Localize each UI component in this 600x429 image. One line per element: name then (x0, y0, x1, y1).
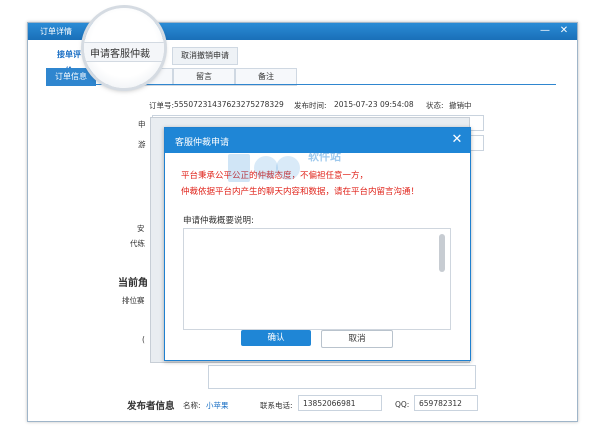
tab-cancel-revoke[interactable]: 取消撤销申请 (172, 47, 238, 65)
publisher-name-value[interactable]: 小苹果 (206, 400, 229, 411)
watermark-text: 软件站 (308, 150, 341, 163)
order-id-label: 订单号: (149, 101, 175, 110)
publisher-phone-value: 13852066981 (303, 399, 356, 408)
magnified-tab-label: 申请客服仲裁 (90, 49, 150, 60)
field-label: 游 (138, 140, 146, 149)
close-icon[interactable]: ✕ (557, 25, 571, 37)
textarea-scrollbar[interactable] (439, 234, 445, 272)
publisher-section-heading: 发布者信息 (127, 401, 175, 412)
magnified-tab[interactable]: 申请客服仲裁 (84, 42, 164, 62)
publisher-qq-field: 659782312 (414, 395, 478, 411)
watermark-logo: 软件站 (224, 150, 344, 193)
minimize-button[interactable]: — (538, 25, 552, 37)
publisher-phone-field: 13852066981 (298, 395, 382, 411)
form-field-box (208, 365, 476, 389)
description-textarea[interactable] (183, 228, 451, 330)
tab-accept-review[interactable]: 接单评价 (54, 47, 84, 75)
field-label: 安 (137, 224, 145, 233)
field-label: 申 (138, 120, 146, 129)
dialog-title: 客服仲裁申请 (175, 138, 230, 148)
dialog-close-icon[interactable]: ✕ (450, 133, 464, 147)
order-id-value: 55507231437623275278329 (174, 100, 284, 109)
cancel-button[interactable]: 取消 (321, 330, 393, 348)
publisher-qq-value: 659782312 (419, 399, 462, 408)
field-label: 代练 (130, 239, 145, 248)
field-label: 排位赛 (122, 296, 145, 305)
publisher-qq-label: QQ: (395, 400, 410, 409)
publisher-name-label: 名称: (183, 401, 201, 410)
current-role-heading: 当前角 (118, 278, 148, 289)
field-label: ( (142, 335, 145, 344)
description-label: 申请仲裁概要说明: (183, 216, 254, 226)
publish-time-value: 2015-07-23 09:54:08 (334, 100, 414, 109)
magnifier-highlight: 申请客服仲裁 (84, 8, 164, 88)
window-title: 订单详情 (40, 27, 72, 36)
confirm-button[interactable]: 确认 (241, 330, 311, 346)
publisher-phone-label: 联系电话: (260, 401, 293, 410)
publish-time-label: 发布时间: (294, 101, 327, 110)
status-value: 撤销中 (449, 101, 472, 110)
status-label: 状态: (426, 101, 444, 110)
